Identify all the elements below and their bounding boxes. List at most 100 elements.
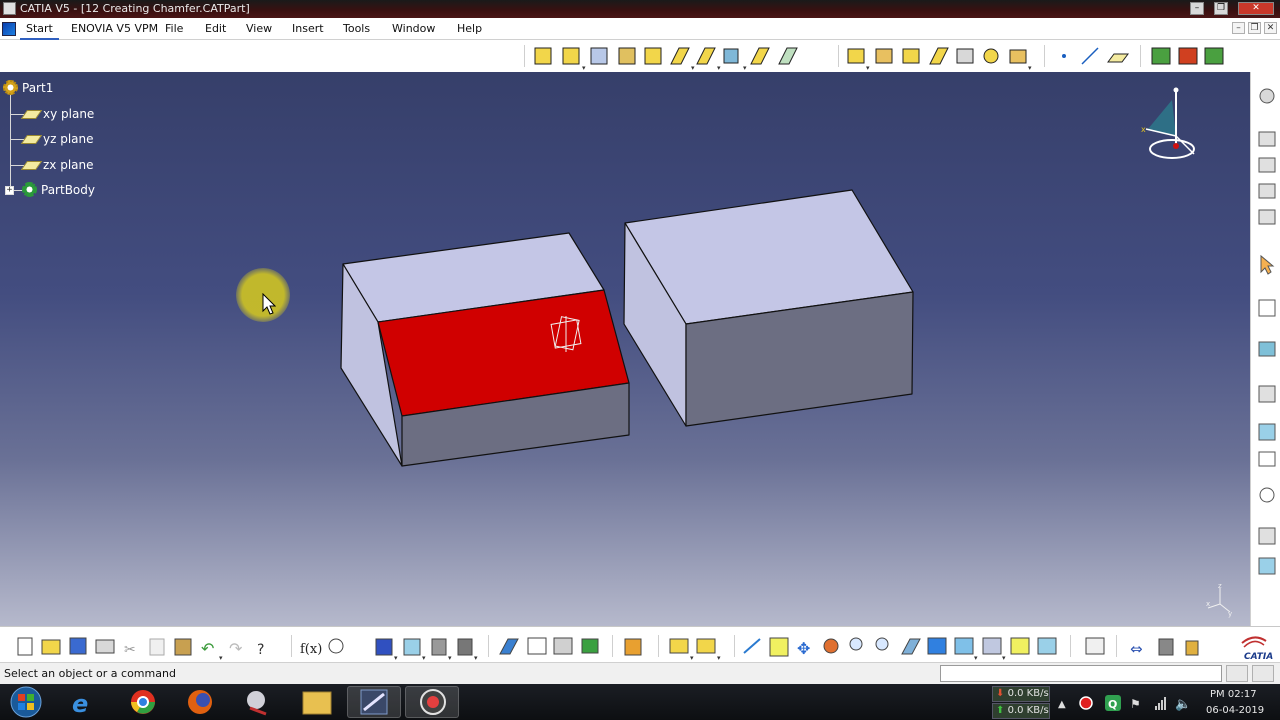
toolbar-separator — [1116, 635, 1117, 657]
lock-icon — [1185, 640, 1199, 656]
groove-icon — [670, 47, 690, 65]
toolbar-separator — [1070, 635, 1071, 657]
hide-icon — [1010, 637, 1030, 655]
formula-icon: f(x) — [300, 642, 322, 657]
sketch-icon — [534, 47, 552, 65]
toolbar-separator — [612, 635, 613, 657]
network-upload-speed: ⬆ 0.0 KB/s — [992, 703, 1050, 719]
toolbar-separator — [488, 635, 489, 657]
toolbar-separator — [291, 635, 292, 657]
clock-time[interactable]: PM 02:17 — [1210, 689, 1257, 700]
svg-text:▾: ▾ — [743, 64, 747, 72]
close-window-button[interactable]: ✕ — [1238, 2, 1274, 15]
svg-text:z: z — [1218, 582, 1222, 590]
catia-start-logo-icon — [2, 22, 16, 36]
flag-tray-icon: ⚑ — [1130, 697, 1141, 711]
os-taskbar: e ▲ Q ⚑ 🔈 ⬇ 0.0 KB/s ⬆ 0.0 KB/s PM 02:17… — [0, 684, 1280, 720]
pad-icon — [590, 47, 608, 65]
menu-file[interactable]: File — [165, 22, 183, 35]
menu-view[interactable]: View — [246, 22, 272, 35]
apply-material-icon — [1259, 88, 1275, 104]
toolbar-separator — [524, 45, 525, 67]
law-icon — [403, 638, 421, 656]
toolbar-separator — [658, 635, 659, 657]
knowledge-icon — [328, 638, 344, 654]
restore-window-button[interactable]: ❐ — [1214, 2, 1228, 15]
menu-help[interactable]: Help — [457, 22, 482, 35]
whats-this-icon: ? — [257, 642, 264, 658]
plane-tool-icon — [1107, 53, 1129, 63]
shading-icon — [499, 638, 519, 655]
svg-text:▾: ▾ — [422, 654, 426, 662]
catia-logo-text: CATIA — [1244, 652, 1273, 662]
print-icon — [95, 639, 115, 654]
new-file-icon — [17, 637, 33, 656]
firefox-icon — [188, 690, 212, 714]
multi-view-icon — [927, 637, 947, 655]
point-icon — [1062, 54, 1066, 58]
menu-insert[interactable]: Insert — [292, 22, 324, 35]
svg-text:▾: ▾ — [690, 654, 694, 662]
bottom-toolbar: ✂ ↶ ↷ ? f(x) ✥ ⇔ ▾ ▾ ▾ ▾ ▾ ▾ ▾ ▾ ▾ CATIA — [0, 626, 1280, 662]
cut-plane-icon — [1085, 637, 1105, 655]
window-titlebar: CATIA V5 - [12 Creating Chamfer.CATPart]… — [0, 0, 1280, 18]
menu-start[interactable]: Start — [20, 18, 59, 40]
bottom-toolbar-icons: ✂ ↶ ↷ ? f(x) ✥ ⇔ ▾ ▾ ▾ ▾ ▾ ▾ ▾ ▾ ▾ CATIA — [17, 636, 1273, 662]
wireframe-icon — [527, 637, 547, 655]
top-toolbar: ▾ ▾ ▾ ▾ ▾ ▾ — [0, 40, 1280, 72]
document-close-button[interactable]: ✕ — [1264, 22, 1277, 34]
command-input[interactable] — [940, 665, 1222, 682]
knowledge-advisor-icon — [624, 638, 642, 656]
select-arrow-icon — [1260, 254, 1275, 275]
snipping-tool-icon — [247, 691, 267, 716]
chamfer-icon — [875, 48, 893, 64]
menu-edit[interactable]: Edit — [205, 22, 226, 35]
menu-window[interactable]: Window — [392, 22, 435, 35]
generative-icon — [457, 638, 473, 656]
split-icon — [1258, 385, 1276, 403]
compass-icon[interactable]: x — [1136, 84, 1206, 164]
minimize-window-button[interactable]: – — [1190, 2, 1204, 15]
iso-view-icon — [954, 637, 974, 655]
menu-enovia[interactable]: ENOVIA V5 VPM — [71, 22, 158, 35]
rotate-icon — [1258, 557, 1276, 575]
fly-mode-icon — [743, 638, 761, 654]
3d-viewport[interactable]: Part1 xy plane yz plane zx plane + PartB… — [0, 72, 1250, 626]
command-button[interactable] — [1226, 665, 1248, 682]
model-geometry — [340, 189, 914, 467]
command-stop-button[interactable] — [1252, 665, 1274, 682]
clash-icon: ⇔ — [1130, 640, 1143, 658]
draft-icon — [902, 48, 920, 64]
clock-date[interactable]: 06-04-2019 — [1206, 705, 1264, 716]
boolean-remove-icon — [1178, 47, 1198, 65]
redo-icon: ↷ — [229, 639, 243, 658]
measure-inertia-icon — [1258, 183, 1276, 199]
taskbar-recorder-button[interactable] — [405, 686, 459, 718]
rotate-view-icon — [823, 638, 839, 654]
shell-icon — [929, 47, 949, 65]
upload-arrow-icon: ⬆ — [996, 705, 1005, 716]
table-icon — [375, 638, 393, 656]
toolbar-separator — [1140, 45, 1141, 67]
taskbar-explorer-button[interactable] — [289, 686, 343, 718]
cut-icon: ✂ — [124, 642, 136, 658]
document-minimize-button[interactable]: – — [1232, 22, 1245, 34]
open-file-icon — [41, 639, 61, 655]
taskbar-catia-button[interactable] — [347, 686, 401, 718]
network-download-speed: ⬇ 0.0 KB/s — [992, 686, 1050, 702]
toolbar-separator — [1044, 45, 1045, 67]
show-hidden-icons-icon: ▲ — [1058, 699, 1066, 710]
windows-start-icon — [10, 686, 42, 718]
positioned-sketch-icon — [562, 47, 580, 65]
zoom-out-icon — [875, 637, 889, 651]
boolean-intersect-icon — [1204, 47, 1224, 65]
undo-icon: ↶ — [201, 639, 214, 658]
menu-tools[interactable]: Tools — [343, 22, 370, 35]
surface-icon — [1258, 341, 1276, 357]
svg-text:▾: ▾ — [974, 654, 978, 662]
boolean-add-icon — [1151, 47, 1171, 65]
pocket-icon — [618, 47, 636, 65]
scale-icon — [1259, 487, 1275, 503]
document-restore-button[interactable]: ❐ — [1248, 22, 1261, 34]
fillet-icon — [847, 48, 865, 64]
